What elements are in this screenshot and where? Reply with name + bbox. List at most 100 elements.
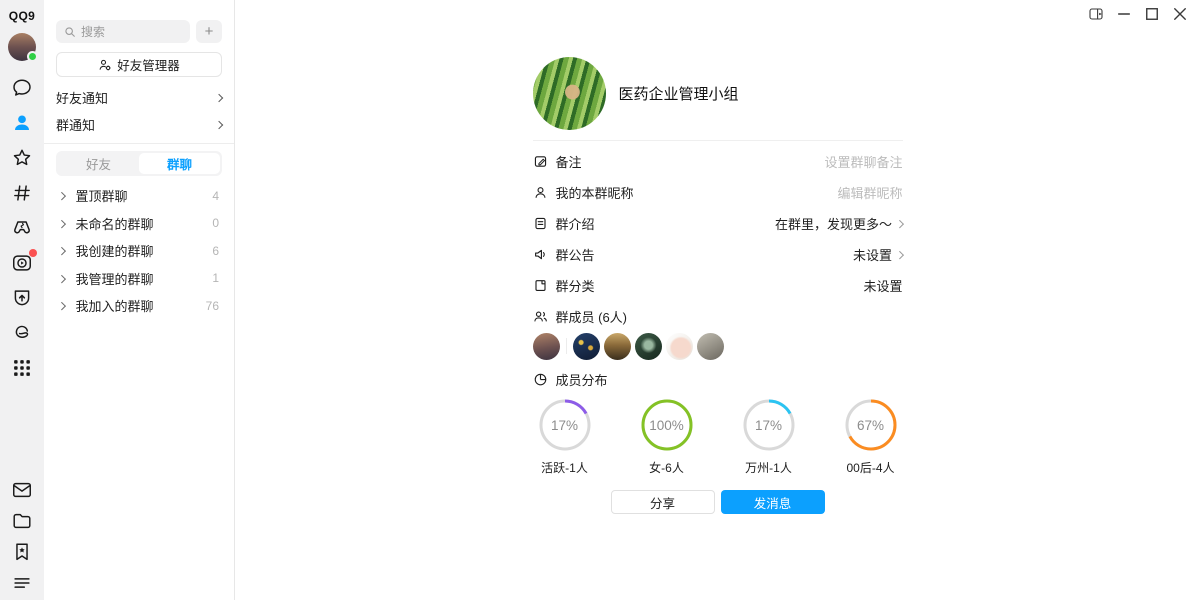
list-item-joined-groups[interactable]: 我加入的群聊 76	[56, 292, 222, 320]
more-grid-icon[interactable]	[11, 356, 34, 379]
list-item-pinned-groups[interactable]: 置顶群聊 4	[56, 182, 222, 210]
distribution-header: 成员分布	[533, 364, 903, 394]
members-count-label: 群成员 (6人)	[556, 307, 628, 326]
chevron-right-icon	[896, 220, 904, 228]
donut-percent: 17%	[743, 399, 795, 451]
game-icon[interactable]	[11, 216, 34, 239]
field-label: 群介绍	[556, 214, 595, 233]
donut-percent: 67%	[845, 399, 897, 451]
donut-label: 00后-4人	[846, 459, 894, 476]
user-avatar[interactable]	[8, 33, 36, 61]
popout-panel-icon[interactable]	[1089, 7, 1103, 20]
divider	[566, 338, 567, 354]
group-count: 0	[212, 216, 222, 230]
group-count: 6	[212, 244, 222, 258]
donut-percent: 100%	[641, 399, 693, 451]
group-count: 1	[212, 271, 222, 285]
pet-penguin-icon[interactable]	[11, 321, 34, 344]
chat-icon[interactable]	[11, 76, 34, 99]
member-avatar[interactable]	[573, 333, 600, 360]
field-label: 我的本群昵称	[556, 183, 634, 202]
member-avatar[interactable]	[604, 333, 631, 360]
field-my-nickname[interactable]: 我的本群昵称 编辑群昵称	[533, 177, 903, 208]
share-button[interactable]: 分享	[611, 490, 715, 514]
close-icon[interactable]	[1173, 7, 1187, 20]
field-value: 编辑群昵称	[837, 183, 902, 202]
group-category-label: 我创建的群聊	[76, 241, 154, 260]
miniapp-box-icon[interactable]	[11, 286, 34, 309]
members-icon	[533, 309, 548, 324]
channels-hash-icon[interactable]	[11, 181, 34, 204]
star-icon[interactable]	[11, 146, 34, 169]
member-avatar[interactable]	[533, 333, 560, 360]
pie-chart-icon	[533, 372, 548, 387]
group-notifications-row[interactable]: 群通知	[56, 111, 222, 138]
online-status-dot	[27, 51, 38, 62]
member-avatar[interactable]	[666, 333, 693, 360]
group-category-label: 置顶群聊	[76, 186, 128, 205]
field-remark[interactable]: 备注 设置群聊备注	[533, 146, 903, 177]
notification-dot	[29, 249, 37, 257]
friend-notifications-row[interactable]: 好友通知	[56, 84, 222, 111]
maximize-icon[interactable]	[1145, 7, 1159, 20]
donut-percent: 17%	[539, 399, 591, 451]
list-item-created-groups[interactable]: 我创建的群聊 6	[56, 237, 222, 265]
friend-notifications-label: 好友通知	[56, 88, 108, 107]
minimize-icon[interactable]	[1117, 7, 1131, 20]
chevron-right-icon	[58, 274, 66, 282]
group-category-label: 未命名的群聊	[76, 214, 154, 233]
menu-icon[interactable]	[11, 572, 33, 594]
members-section: 群成员 (6人)	[533, 301, 903, 360]
group-category-label: 我加入的群聊	[76, 296, 154, 315]
tag-icon	[533, 278, 548, 293]
speaker-icon	[533, 247, 548, 262]
donut-region: 17% 万州-1人	[737, 399, 801, 476]
bookmark-icon[interactable]	[11, 541, 33, 563]
edit-icon	[533, 154, 548, 169]
search-input[interactable]: 搜索	[56, 20, 190, 43]
chevron-right-icon	[58, 219, 66, 227]
tab-friends[interactable]: 好友	[58, 153, 139, 174]
action-buttons: 分享 发消息	[533, 490, 903, 514]
list-item-managed-groups[interactable]: 我管理的群聊 1	[56, 265, 222, 293]
group-category-label: 我管理的群聊	[76, 269, 154, 288]
person-icon	[533, 185, 548, 200]
window-controls	[1089, 7, 1187, 20]
donut-label: 活跃-1人	[541, 459, 588, 476]
field-label: 备注	[556, 152, 582, 171]
qq9-logo: QQ9	[9, 9, 36, 23]
group-avatar[interactable]	[533, 57, 606, 130]
donut-active: 17% 活跃-1人	[533, 399, 597, 476]
field-group-category[interactable]: 群分类 未设置	[533, 270, 903, 301]
list-item-unnamed-groups[interactable]: 未命名的群聊 0	[56, 210, 222, 238]
group-category-list: 置顶群聊 4 未命名的群聊 0 我创建的群聊 6 我管理的群聊 1 我加入的群聊	[56, 182, 222, 320]
field-group-intro[interactable]: 群介绍 在群里，发现更多～	[533, 208, 903, 239]
donut-label: 万州-1人	[745, 459, 792, 476]
chevron-right-icon	[215, 120, 223, 128]
field-value: 设置群聊备注	[824, 152, 902, 171]
tab-groups[interactable]: 群聊	[139, 153, 220, 174]
group-count: 76	[206, 299, 222, 313]
field-label: 群分类	[556, 276, 595, 295]
contacts-tabs: 好友 群聊	[56, 151, 222, 176]
contacts-icon[interactable]	[11, 111, 34, 134]
friend-manager-label: 好友管理器	[117, 55, 180, 74]
member-avatar[interactable]	[635, 333, 662, 360]
distribution-section: 成员分布 17% 活跃-1人 100%	[533, 364, 903, 476]
chevron-right-icon	[215, 93, 223, 101]
group-fields: 备注 设置群聊备注 我的本群昵称 编辑群昵称 群介绍 在群里，发现更多～	[533, 146, 903, 301]
video-icon[interactable]	[11, 251, 34, 274]
member-avatar[interactable]	[697, 333, 724, 360]
mail-icon[interactable]	[11, 479, 33, 501]
folder-icon[interactable]	[11, 510, 33, 532]
friend-manager-button[interactable]: 好友管理器	[56, 52, 222, 77]
donut-female: 100% 女-6人	[635, 399, 699, 476]
group-profile-main: 医药企业管理小组 备注 设置群聊备注 我的本群昵称 编辑群昵称	[235, 0, 1200, 600]
donut-age: 67% 00后-4人	[839, 399, 903, 476]
field-group-announcement[interactable]: 群公告 未设置	[533, 239, 903, 270]
add-button[interactable]: +	[196, 20, 222, 43]
field-value: 未设置	[863, 276, 902, 295]
send-message-button[interactable]: 发消息	[721, 490, 825, 514]
rail-bottom	[11, 479, 33, 594]
chevron-right-icon	[896, 251, 904, 259]
